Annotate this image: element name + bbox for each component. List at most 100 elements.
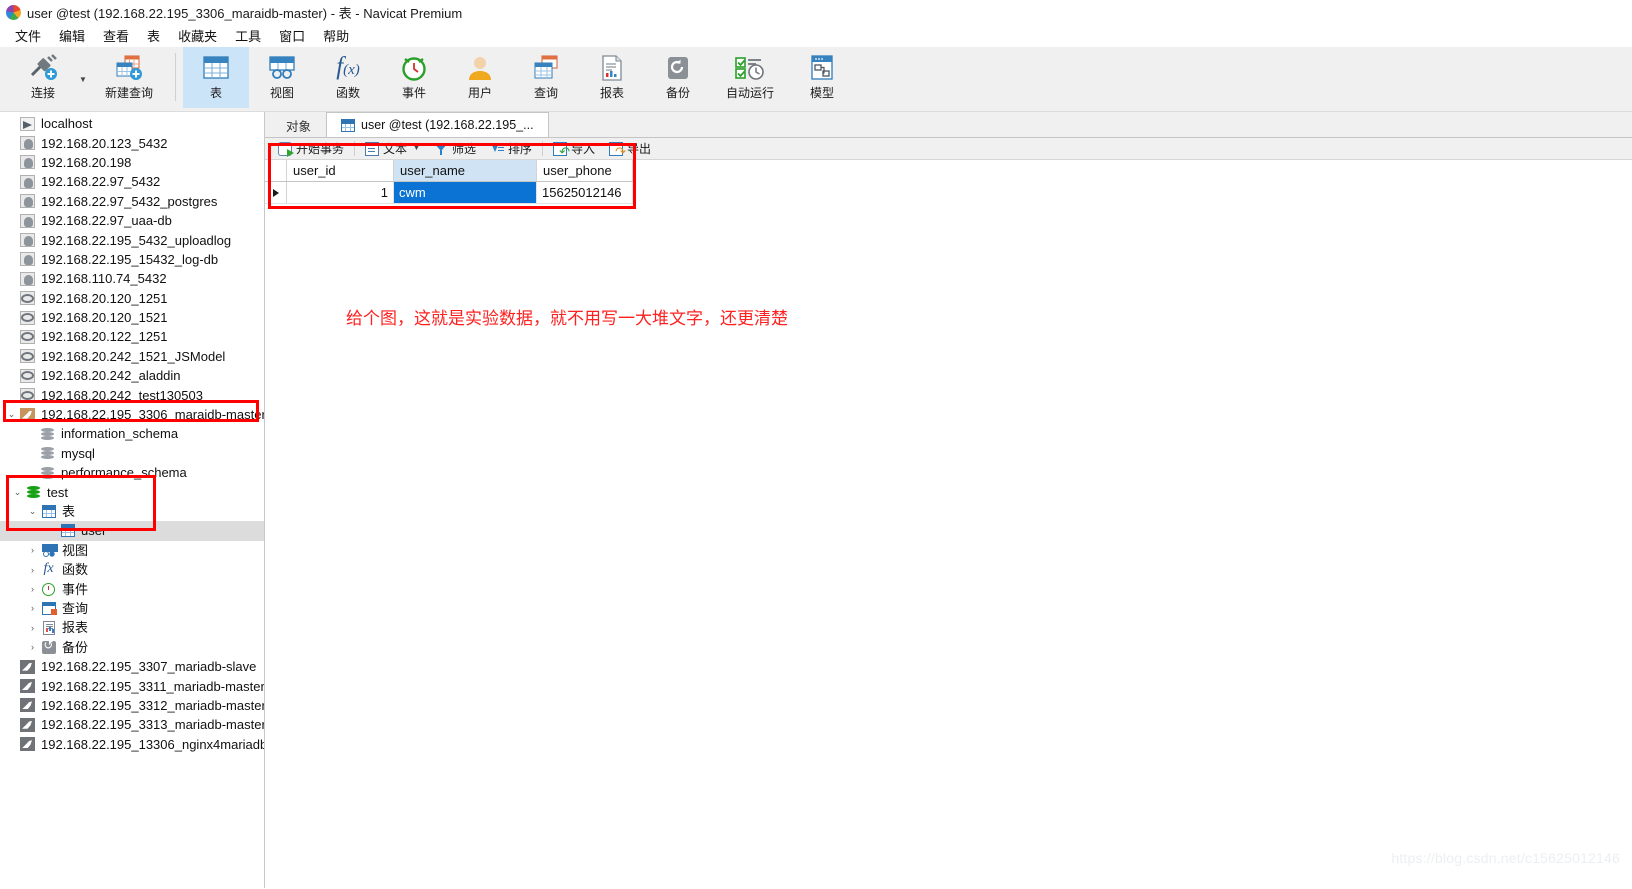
- menu-window[interactable]: 窗口: [270, 24, 314, 47]
- chevron-down-icon[interactable]: ▼: [413, 145, 420, 152]
- text-button[interactable]: 文本 ▼: [358, 139, 427, 159]
- chevron-right-icon[interactable]: ›: [25, 584, 40, 594]
- chevron-right-icon[interactable]: ›: [25, 545, 40, 555]
- tree-item-connection[interactable]: 192.168.22.195_3312_mariadb-master2: [0, 696, 264, 715]
- tree-item-mariadb-master[interactable]: ⌄ 192.168.22.195_3306_maraidb-master: [0, 405, 264, 424]
- toolbar-query-label: 查询: [533, 86, 558, 100]
- menu-help[interactable]: 帮助: [314, 24, 358, 47]
- tab-user-table[interactable]: user @test (192.168.22.195_...: [326, 112, 549, 137]
- tree-item-label: 192.168.22.195_3306_maraidb-master: [41, 407, 265, 423]
- import-icon: [553, 141, 570, 160]
- chevron-right-icon[interactable]: ›: [25, 565, 40, 575]
- cell-user-id[interactable]: 1: [287, 182, 394, 203]
- toolbar-connection[interactable]: 连接: [10, 47, 76, 108]
- toolbar-backup[interactable]: 备份: [645, 47, 711, 108]
- tree-item-database-test[interactable]: ⌄ test: [0, 482, 264, 501]
- tree-item-connection[interactable]: 192.168.20.242_1521_JSModel: [0, 347, 264, 366]
- cell-user-phone[interactable]: 15625012146: [537, 182, 633, 203]
- tree-item-functions-folder[interactable]: › fx 函数: [0, 560, 264, 579]
- toolbar-table-label: 表: [209, 86, 222, 100]
- function-folder-icon: fx: [43, 561, 54, 577]
- toolbar-table[interactable]: 表: [183, 47, 249, 108]
- grid-toolbar-divider: [542, 141, 543, 156]
- toolbar-report[interactable]: 报表: [579, 47, 645, 108]
- tree-item-connection[interactable]: 192.168.20.122_1251: [0, 327, 264, 346]
- import-button[interactable]: 导入: [546, 139, 602, 160]
- row-indicator: [265, 182, 287, 203]
- text-label: 文本: [383, 142, 408, 156]
- tree-item-database[interactable]: performance_schema: [0, 463, 264, 482]
- column-header-user-phone[interactable]: user_phone: [537, 160, 633, 181]
- tree-item-connection[interactable]: 192.168.110.74_5432: [0, 269, 264, 288]
- begin-transaction-button[interactable]: 开始事务: [271, 139, 351, 159]
- chevron-down-icon[interactable]: ⌄: [10, 487, 25, 498]
- tree-item-backups-folder[interactable]: › 备份: [0, 638, 264, 657]
- toolbar-new-query[interactable]: 新建查询: [90, 47, 168, 108]
- chevron-down-icon[interactable]: ⌄: [25, 506, 40, 517]
- toolbar-automation[interactable]: 自动运行: [711, 47, 789, 108]
- tree-item-table-user[interactable]: user: [0, 521, 264, 541]
- view-folder-icon: [40, 543, 58, 558]
- tree-item-connection[interactable]: 192.168.22.195_5432_uploadlog: [0, 230, 264, 249]
- tree-item-connection[interactable]: 192.168.20.242_aladdin: [0, 366, 264, 385]
- toolbar-view[interactable]: 视图: [249, 47, 315, 108]
- tree-item-connection[interactable]: 192.168.22.97_5432: [0, 172, 264, 191]
- tree-item-database[interactable]: mysql: [0, 444, 264, 463]
- filter-button[interactable]: 筛选: [427, 139, 483, 159]
- export-button[interactable]: 导出: [602, 139, 658, 160]
- tree-item-connection[interactable]: 192.168.22.97_uaa-db: [0, 211, 264, 230]
- menu-edit[interactable]: 编辑: [50, 24, 94, 47]
- oracle-icon: [19, 388, 36, 403]
- tree-item-database[interactable]: information_schema: [0, 424, 264, 443]
- table-row[interactable]: 1 cwm 15625012146: [265, 182, 633, 204]
- oracle-icon: [19, 329, 36, 344]
- menu-favorites[interactable]: 收藏夹: [169, 24, 226, 47]
- grid-corner-cell: [265, 160, 287, 181]
- chevron-down-icon[interactable]: ▼: [76, 47, 90, 108]
- tree-item-connection[interactable]: 192.168.20.198: [0, 153, 264, 172]
- tree-item-connection[interactable]: 192.168.22.195_3313_mariadb-master3: [0, 715, 264, 734]
- tree-item-connection[interactable]: 192.168.22.97_5432_postgres: [0, 192, 264, 211]
- tree-item-connection[interactable]: 192.168.20.120_1251: [0, 289, 264, 308]
- chevron-right-icon[interactable]: ›: [25, 603, 40, 613]
- column-header-user-name[interactable]: user_name: [394, 160, 537, 181]
- tree-item-connection[interactable]: 192.168.20.120_1521: [0, 308, 264, 327]
- chevron-right-icon[interactable]: ›: [25, 642, 40, 652]
- tree-item-connection[interactable]: 192.168.22.195_15432_log-db: [0, 250, 264, 269]
- sort-button[interactable]: 排序: [483, 139, 539, 159]
- tree-item-connection[interactable]: 192.168.22.195_3311_mariadb-master1: [0, 676, 264, 695]
- toolbar-new-query-label: 新建查询: [104, 86, 153, 100]
- tree-item-connection[interactable]: 192.168.22.195_13306_nginx4mariadb: [0, 735, 264, 754]
- tree-item-events-folder[interactable]: › 事件: [0, 579, 264, 598]
- tree-item-label: 备份: [62, 639, 89, 655]
- toolbar-function[interactable]: f(x) 函数: [315, 47, 381, 108]
- sort-icon: [490, 142, 504, 156]
- tree-item-connection[interactable]: 192.168.20.123_5432: [0, 133, 264, 152]
- tab-objects[interactable]: 对象: [271, 112, 327, 137]
- toolbar-user[interactable]: 用户: [447, 47, 513, 108]
- cell-user-name[interactable]: cwm: [394, 182, 537, 203]
- toolbar-event[interactable]: 事件: [381, 47, 447, 108]
- menu-file[interactable]: 文件: [6, 24, 50, 47]
- tree-item-views-folder[interactable]: › 视图: [0, 541, 264, 560]
- tree-item-label: 192.168.22.195_15432_log-db: [41, 251, 219, 267]
- menu-table[interactable]: 表: [138, 24, 169, 47]
- navicat-logo-icon: [6, 4, 21, 20]
- tree-item-connection[interactable]: 192.168.22.195_3307_mariadb-slave: [0, 657, 264, 676]
- chevron-down-icon[interactable]: ⌄: [4, 409, 19, 420]
- tree-item-reports-folder[interactable]: › 报表: [0, 618, 264, 637]
- toolbar-query[interactable]: 查询: [513, 47, 579, 108]
- tree-item-connection[interactable]: 192.168.20.242_test130503: [0, 385, 264, 404]
- menu-view[interactable]: 查看: [94, 24, 138, 47]
- chevron-right-icon[interactable]: ›: [25, 623, 40, 633]
- tree-item-localhost[interactable]: localhost: [0, 114, 264, 133]
- app-body: localhost 192.168.20.123_5432 192.168.20…: [0, 112, 1632, 888]
- column-header-user-id[interactable]: user_id: [287, 160, 394, 181]
- tree-item-tables-folder[interactable]: ⌄ 表: [0, 502, 264, 521]
- connection-tree[interactable]: localhost 192.168.20.123_5432 192.168.20…: [0, 112, 265, 888]
- data-grid[interactable]: user_id user_name user_phone 1 cwm 15625…: [265, 160, 633, 204]
- toolbar-model[interactable]: 模型: [789, 47, 855, 108]
- menu-tools[interactable]: 工具: [226, 24, 270, 47]
- database-icon: [39, 465, 56, 480]
- tree-item-queries-folder[interactable]: › 查询: [0, 599, 264, 618]
